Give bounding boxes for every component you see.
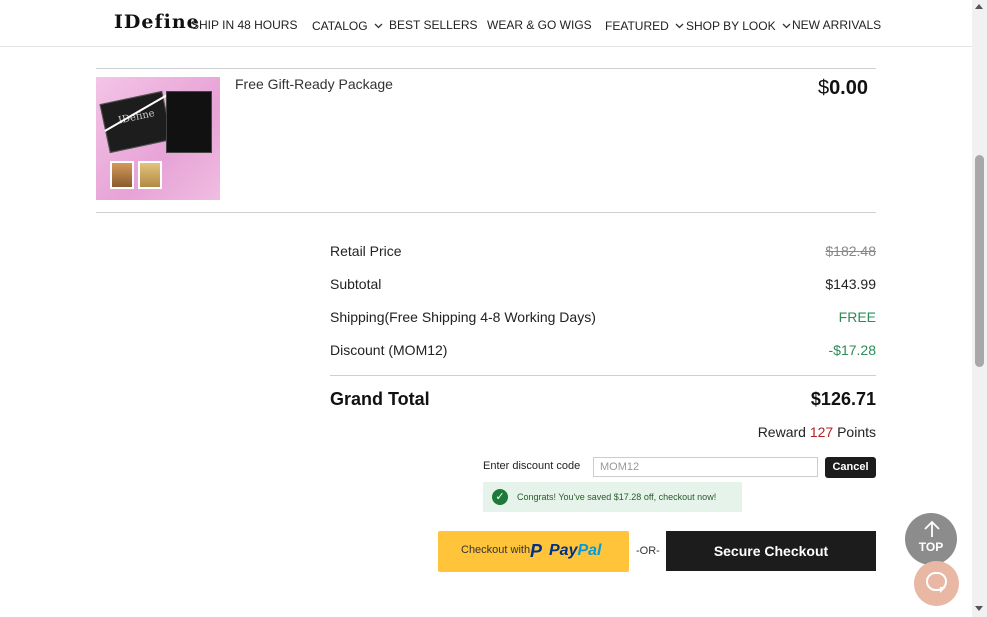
price-amount: 0.00 [829,77,868,99]
grand-total-value: $126.71 [810,389,876,409]
scroll-up-arrow-icon[interactable] [975,4,983,9]
nav-label: SHIP IN 48 HOURS [191,18,298,32]
shipping-label: Shipping(Free Shipping 4-8 Working Days) [330,309,596,325]
back-to-top-button[interactable]: TOP [905,513,957,565]
nav-best-sellers[interactable]: BEST SELLERS [389,18,478,32]
cancel-discount-button[interactable]: Cancel [825,457,876,478]
discount-code-input[interactable] [593,457,818,477]
subtotal-label: Subtotal [330,276,382,292]
divider [96,212,876,213]
paypal-word-b: Pal [577,542,602,559]
retail-price-label: Retail Price [330,243,402,259]
product-price: $0.00 [818,77,868,100]
scroll-down-arrow-icon[interactable] [975,606,983,611]
grand-total-label: Grand Total [330,389,430,409]
gift-card [110,161,134,189]
nav-featured[interactable]: FEATURED [605,18,684,33]
divider [96,68,876,69]
shipping-value: FREE [838,309,876,325]
product-name[interactable]: Free Gift-Ready Package [235,76,393,92]
chevron-down-icon [374,18,383,32]
scrollbar-thumb[interactable] [975,155,984,367]
chat-bubble-tail [940,587,946,593]
paypal-checkout-button[interactable]: Checkout with P PayPal [438,531,629,572]
nav-label: BEST SELLERS [389,18,478,32]
reward-suffix: Points [837,424,876,440]
reward-points-value: 127 [809,424,834,440]
paypal-logo-icon: P [530,541,543,561]
chevron-down-icon [675,18,684,32]
nav-wear-go-wigs[interactable]: WEAR & GO WIGS [487,18,592,32]
site-logo[interactable]: IDefine [114,11,200,33]
retail-price-value: $182.48 [825,243,876,259]
nav-shop-by-look[interactable]: SHOP BY LOOK [686,18,791,33]
page-scrollbar[interactable] [972,0,987,617]
reward-points: Reward 127 Points [758,424,876,440]
nav-catalog[interactable]: CATALOG [312,18,383,33]
nav-new-arrivals[interactable]: NEW ARRIVALS [792,18,881,32]
or-separator: -OR- [636,545,660,557]
discount-label: Discount (MOM12) [330,342,448,358]
subtotal-value: $143.99 [825,276,876,292]
chat-button[interactable] [914,561,959,606]
reward-prefix: Reward [757,424,806,440]
gift-card [138,161,162,189]
nav-ship-48-hours[interactable]: SHIP IN 48 HOURS [191,18,297,32]
secure-checkout-button[interactable]: Secure Checkout [666,531,876,571]
discount-code-label: Enter discount code [483,460,581,472]
gift-package-image[interactable]: IDefine [96,77,220,200]
chevron-down-icon [782,18,791,32]
divider [330,375,876,376]
nav-label: WEAR & GO WIGS [487,18,592,32]
paypal-word-a: Pay [549,542,578,559]
top-label: TOP [918,540,944,554]
success-text: Congrats! You've saved $17.28 off, check… [517,492,717,502]
paypal-prefix: Checkout with [461,544,531,556]
nav-label: CATALOG [312,19,368,33]
arrow-up-icon [923,520,941,542]
paypal-wordmark: PayPal [549,542,601,560]
check-circle-icon: ✓ [492,489,508,505]
discount-value: -$17.28 [828,342,876,358]
gift-box-lid: IDefine [99,90,173,154]
site-header: IDefine SHIP IN 48 HOURS CATALOG BEST SE… [0,0,972,47]
nav-label: NEW ARRIVALS [792,18,882,32]
gift-box-base [166,91,212,153]
nav-label: SHOP BY LOOK [686,19,776,33]
discount-success-message: ✓ Congrats! You've saved $17.28 off, che… [483,482,742,512]
nav-label: FEATURED [605,19,669,33]
currency-symbol: $ [817,77,830,99]
